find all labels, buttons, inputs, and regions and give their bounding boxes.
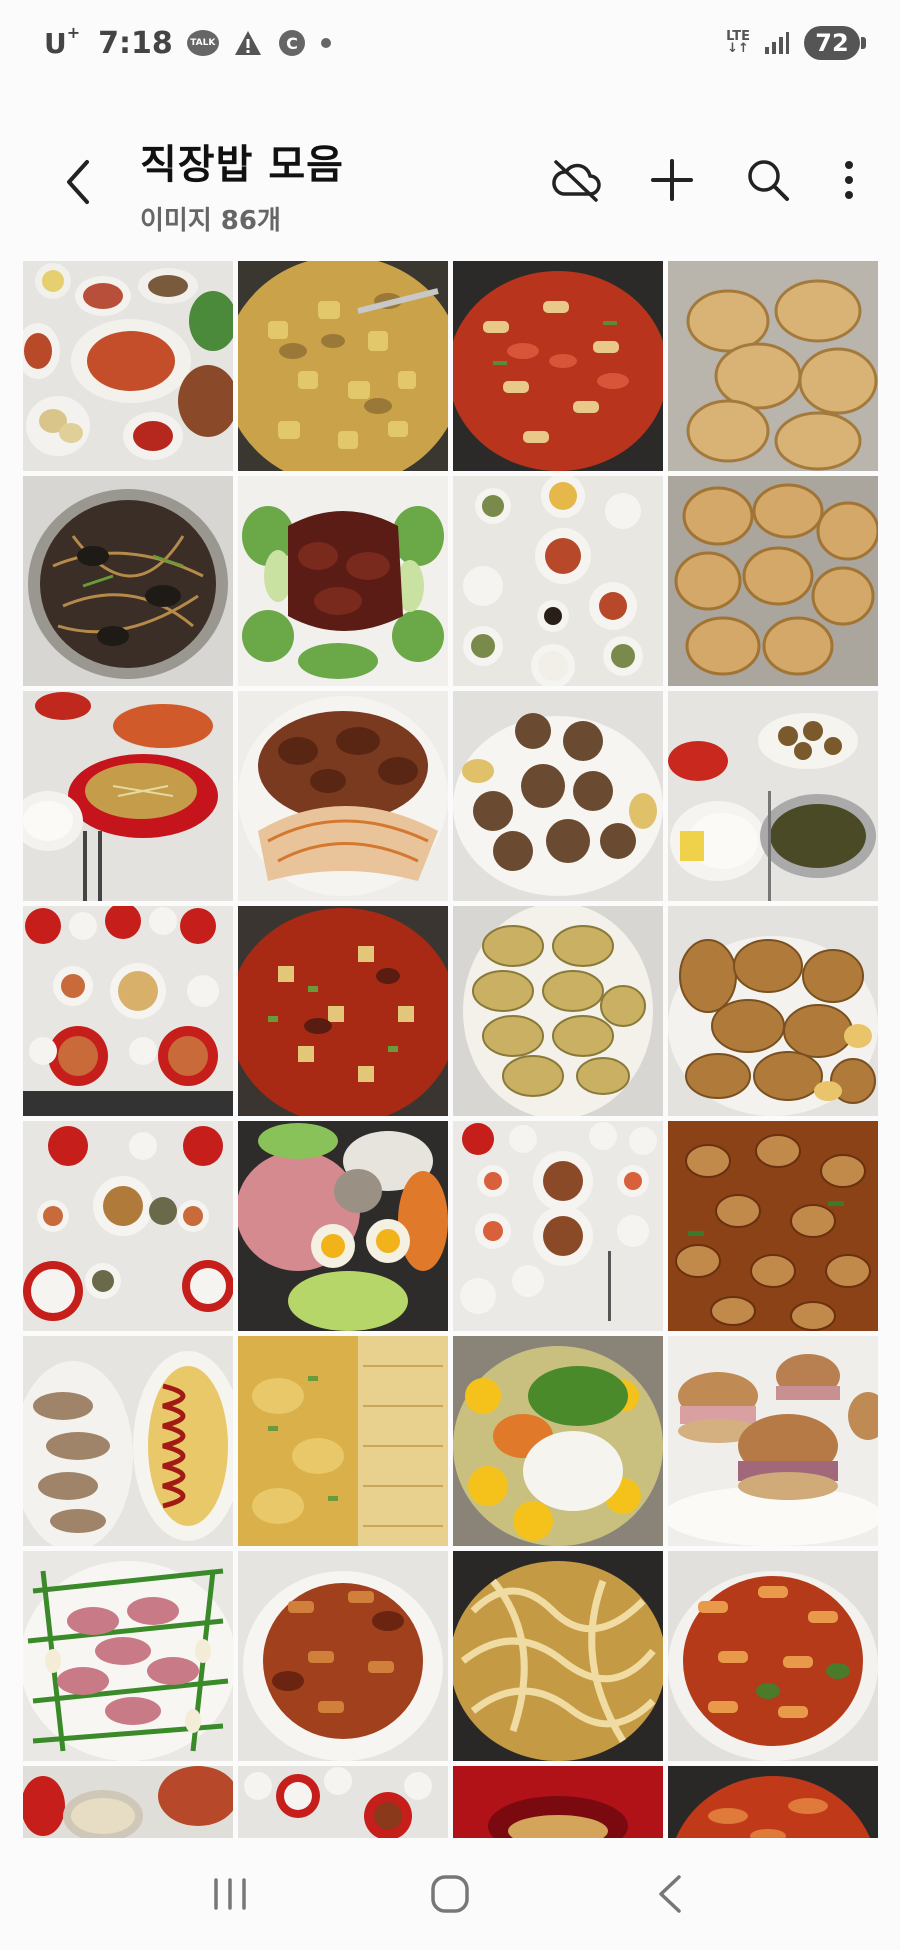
back-nav-icon (659, 1875, 681, 1913)
photo-spicy-stir-fry-pork[interactable] (238, 1551, 448, 1761)
cloud-off-icon (552, 160, 601, 202)
photo-korean-table-spread[interactable] (23, 261, 233, 471)
photo-grilled-fish-omelette[interactable] (23, 1336, 233, 1546)
photo-braised-pork-kimchi[interactable] (238, 691, 448, 901)
photo-spicy-tteokbokki[interactable] (453, 261, 663, 471)
image-count: 이미지 86개 (140, 206, 281, 236)
photo-rice-seaweed-soup[interactable] (668, 691, 878, 901)
photo-table-with-dishes[interactable] (23, 1121, 233, 1331)
photo-braised-pork-bokchoy[interactable] (238, 476, 448, 686)
svg-text:C: C (286, 34, 298, 53)
photo-grid (23, 261, 878, 1838)
home-icon (431, 1875, 469, 1913)
recents-icon (214, 1878, 246, 1910)
photo-fried-tonkatsu[interactable] (668, 906, 878, 1116)
system-back-button[interactable] (630, 1854, 710, 1934)
photo-table-spread-bowls[interactable] (23, 906, 233, 1116)
signal-icon (762, 28, 792, 58)
photo-udon-noodles[interactable] (453, 1551, 663, 1761)
photo-soup-kimchi-table[interactable] (23, 691, 233, 901)
home-button[interactable] (410, 1854, 490, 1934)
photo-slider-burgers[interactable] (668, 1336, 878, 1546)
cloud-sync-button[interactable] (546, 150, 606, 210)
photo-sausage-garlic-chives[interactable] (23, 1551, 233, 1761)
photo-red-sauce-pan[interactable] (668, 1766, 878, 1838)
photo-raw-meat-eggs-veggies[interactable] (238, 1121, 448, 1331)
photo-fried-meat-pancakes[interactable] (668, 476, 878, 686)
photo-spicy-rice-cakes[interactable] (668, 1551, 878, 1761)
album-header: 직장밥 모음 이미지 86개 (0, 110, 900, 250)
photo-japchae-mushrooms[interactable] (23, 476, 233, 686)
status-bar: U+ 7:18 TALK C LTE ↓↑ 72 (0, 0, 900, 86)
lte-indicator: LTE ↓↑ (726, 29, 750, 56)
photo-red-bowl-rice-cakes[interactable] (453, 1766, 663, 1838)
chevron-left-icon (67, 160, 89, 204)
photo-pan-dumplings[interactable] (23, 1766, 233, 1838)
photo-spicy-kimchi-stew[interactable] (238, 906, 448, 1116)
add-button[interactable] (642, 150, 702, 210)
clock: 7:18 (98, 25, 173, 61)
album-title: 직장밥 모음 (140, 142, 344, 188)
photo-potato-curry-stew[interactable] (238, 261, 448, 471)
recents-button[interactable] (190, 1854, 270, 1934)
photo-spicy-stir-fry-chicken[interactable] (668, 1121, 878, 1331)
more-icon (845, 161, 853, 199)
more-options-button[interactable] (834, 150, 864, 210)
photo-egg-vegetable-mix[interactable] (453, 1336, 663, 1546)
photo-rolled-egg-omelette[interactable] (238, 1336, 448, 1546)
photo-fried-potato-pancakes[interactable] (668, 261, 878, 471)
photo-lunch-trays[interactable] (238, 1766, 448, 1838)
search-icon (748, 160, 789, 201)
dot-icon (320, 38, 331, 48)
photo-vegetable-pancakes[interactable] (453, 906, 663, 1116)
title-block: 직장밥 모음 이미지 86개 (140, 132, 344, 237)
c-icon: C (277, 28, 307, 58)
search-button[interactable] (738, 150, 798, 210)
photo-banchan-table[interactable] (453, 476, 663, 686)
system-navigation-bar (0, 1838, 900, 1950)
add-icon (651, 159, 693, 201)
battery-indicator: 72 (804, 26, 866, 60)
photo-lunch-table-setting[interactable] (453, 1121, 663, 1331)
back-button[interactable] (56, 154, 100, 210)
warning-icon (233, 28, 263, 58)
photo-fried-meatballs[interactable] (453, 691, 663, 901)
carrier-label: U+ (44, 23, 81, 60)
talk-icon: TALK (186, 30, 219, 56)
